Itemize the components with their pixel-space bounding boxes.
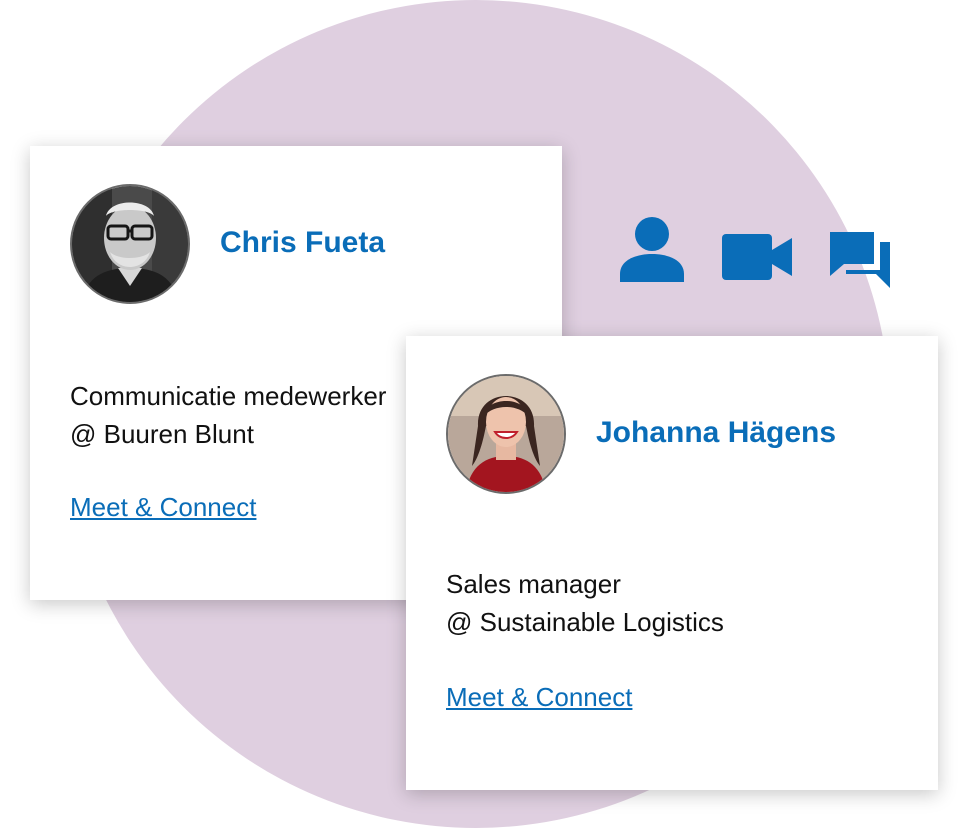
role-company: @ Sustainable Logistics <box>446 607 724 637</box>
avatar[interactable] <box>70 184 190 304</box>
profile-name: Johanna Hägens <box>596 416 837 449</box>
action-icons <box>618 216 894 292</box>
profile-role: Sales manager @ Sustainable Logistics <box>446 565 724 641</box>
avatar-photo-chris <box>72 186 188 302</box>
avatar[interactable] <box>446 374 566 494</box>
profile-name: Chris Fueta <box>220 226 386 259</box>
video-camera-icon[interactable] <box>722 234 794 280</box>
role-company: @ Buuren Blunt <box>70 419 254 449</box>
meet-connect-link[interactable]: Meet & Connect <box>446 682 632 713</box>
meet-connect-link[interactable]: Meet & Connect <box>70 492 256 523</box>
profile-role: Communicatie medewerker @ Buuren Blunt <box>70 377 386 453</box>
person-icon[interactable] <box>618 216 686 284</box>
chat-icon[interactable] <box>830 230 892 290</box>
role-title: Communicatie medewerker <box>70 381 387 411</box>
avatar-photo-johanna <box>448 376 564 492</box>
profile-card-johanna: Johanna Hägens Sales manager @ Sustainab… <box>406 336 938 790</box>
role-title: Sales manager <box>446 569 621 599</box>
